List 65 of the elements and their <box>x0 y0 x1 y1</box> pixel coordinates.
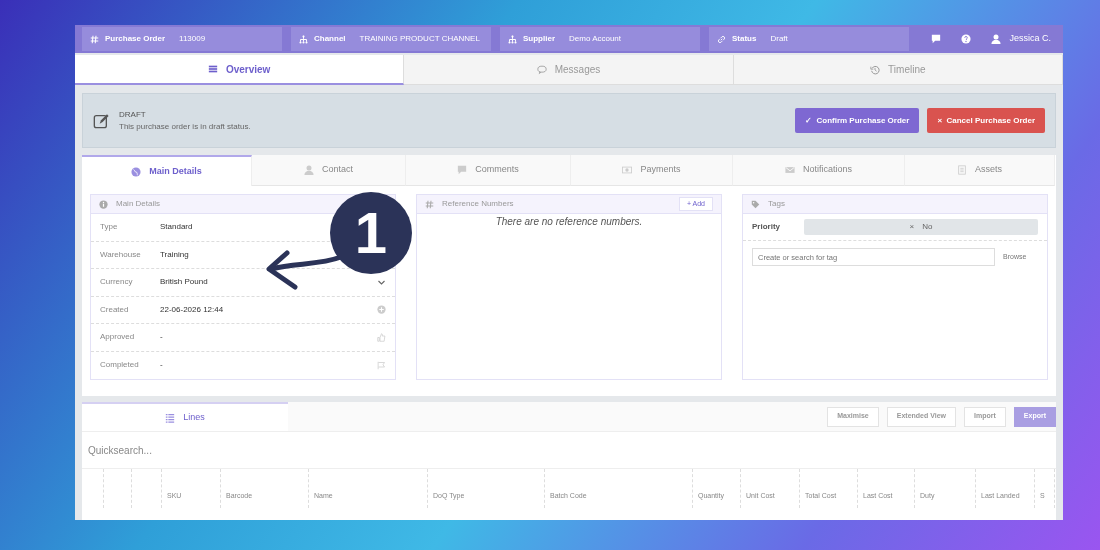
panel-title: Reference Numbers <box>442 198 514 210</box>
info-icon <box>99 199 108 209</box>
remove-tag-button[interactable]: × <box>909 221 915 233</box>
tab[interactable]: Messages <box>404 55 734 85</box>
field-label: Currency <box>100 276 134 289</box>
thumbs-up-icon <box>377 332 386 342</box>
panel-title: Main Details <box>116 198 160 210</box>
tab[interactable]: Comments <box>406 155 571 186</box>
help-icon <box>961 34 972 44</box>
banknote-icon <box>622 165 633 175</box>
banner-title: DRAFT <box>119 108 147 121</box>
field-label: Priority <box>752 221 781 233</box>
field-label: Completed <box>100 359 140 372</box>
field-value[interactable]: British Pound <box>160 276 377 289</box>
tab[interactable]: Contact <box>252 155 406 186</box>
confirm-button[interactable]: ✓ Confirm Purchase Order <box>795 108 920 133</box>
list-icon <box>165 412 176 423</box>
field-label: Supplier <box>523 33 555 45</box>
field-label: Channel <box>314 33 346 45</box>
tab[interactable]: Notifications <box>733 155 905 186</box>
tag-icon <box>751 199 760 209</box>
field-value: - <box>160 331 164 344</box>
tab[interactable]: Main Details <box>82 155 252 186</box>
field-label: Status <box>732 33 757 45</box>
history-icon <box>870 64 881 75</box>
comment-icon <box>457 165 468 175</box>
field-value: Draft <box>770 33 788 45</box>
tab[interactable]: Overview <box>75 55 405 85</box>
field-value: Training <box>160 248 190 261</box>
link-icon <box>717 34 726 44</box>
field-value: - <box>160 359 164 372</box>
hierarchy-icon <box>508 34 517 44</box>
flag-icon <box>377 360 386 370</box>
field-label: Created <box>100 303 130 316</box>
field-value: 113009 <box>179 33 206 45</box>
field-value: Demo Account <box>569 33 622 45</box>
field-label: Purchase Order <box>105 33 166 45</box>
banner-message: This purchase order is in draft status. <box>119 120 251 133</box>
panel-title: Tags <box>768 198 785 210</box>
hash-icon <box>425 199 434 209</box>
cancel-button[interactable]: × Cancel Purchase Order <box>927 108 1045 133</box>
speech-bubble-icon <box>536 64 547 75</box>
empty-message: There are no reference numbers. <box>494 215 644 229</box>
hash-icon <box>90 34 99 44</box>
tab[interactable]: Timeline <box>733 55 1063 85</box>
document-icon <box>957 165 967 175</box>
chat-icon <box>931 34 942 44</box>
person-icon <box>304 165 314 175</box>
user-icon <box>991 34 1002 44</box>
field-label: Warehouse <box>100 248 142 261</box>
tab[interactable]: Assets <box>905 155 1055 186</box>
envelope-icon <box>785 165 795 175</box>
tab[interactable]: Payments <box>571 155 733 186</box>
user-name[interactable]: Jessica C. <box>1009 32 1051 46</box>
list-icon <box>207 64 218 74</box>
edit-icon <box>93 112 109 129</box>
field-label: Approved <box>100 331 136 344</box>
field-value: 22-06-2026 12:44 <box>160 303 225 316</box>
field-value: TRAINING PRODUCT CHANNEL <box>359 33 480 45</box>
field-value: Standard <box>160 221 194 234</box>
tab[interactable]: Lines <box>82 402 288 431</box>
hierarchy-icon <box>299 34 308 44</box>
add-icon <box>377 305 386 315</box>
tag-label: No <box>922 221 933 233</box>
field-label: Type <box>100 221 119 234</box>
